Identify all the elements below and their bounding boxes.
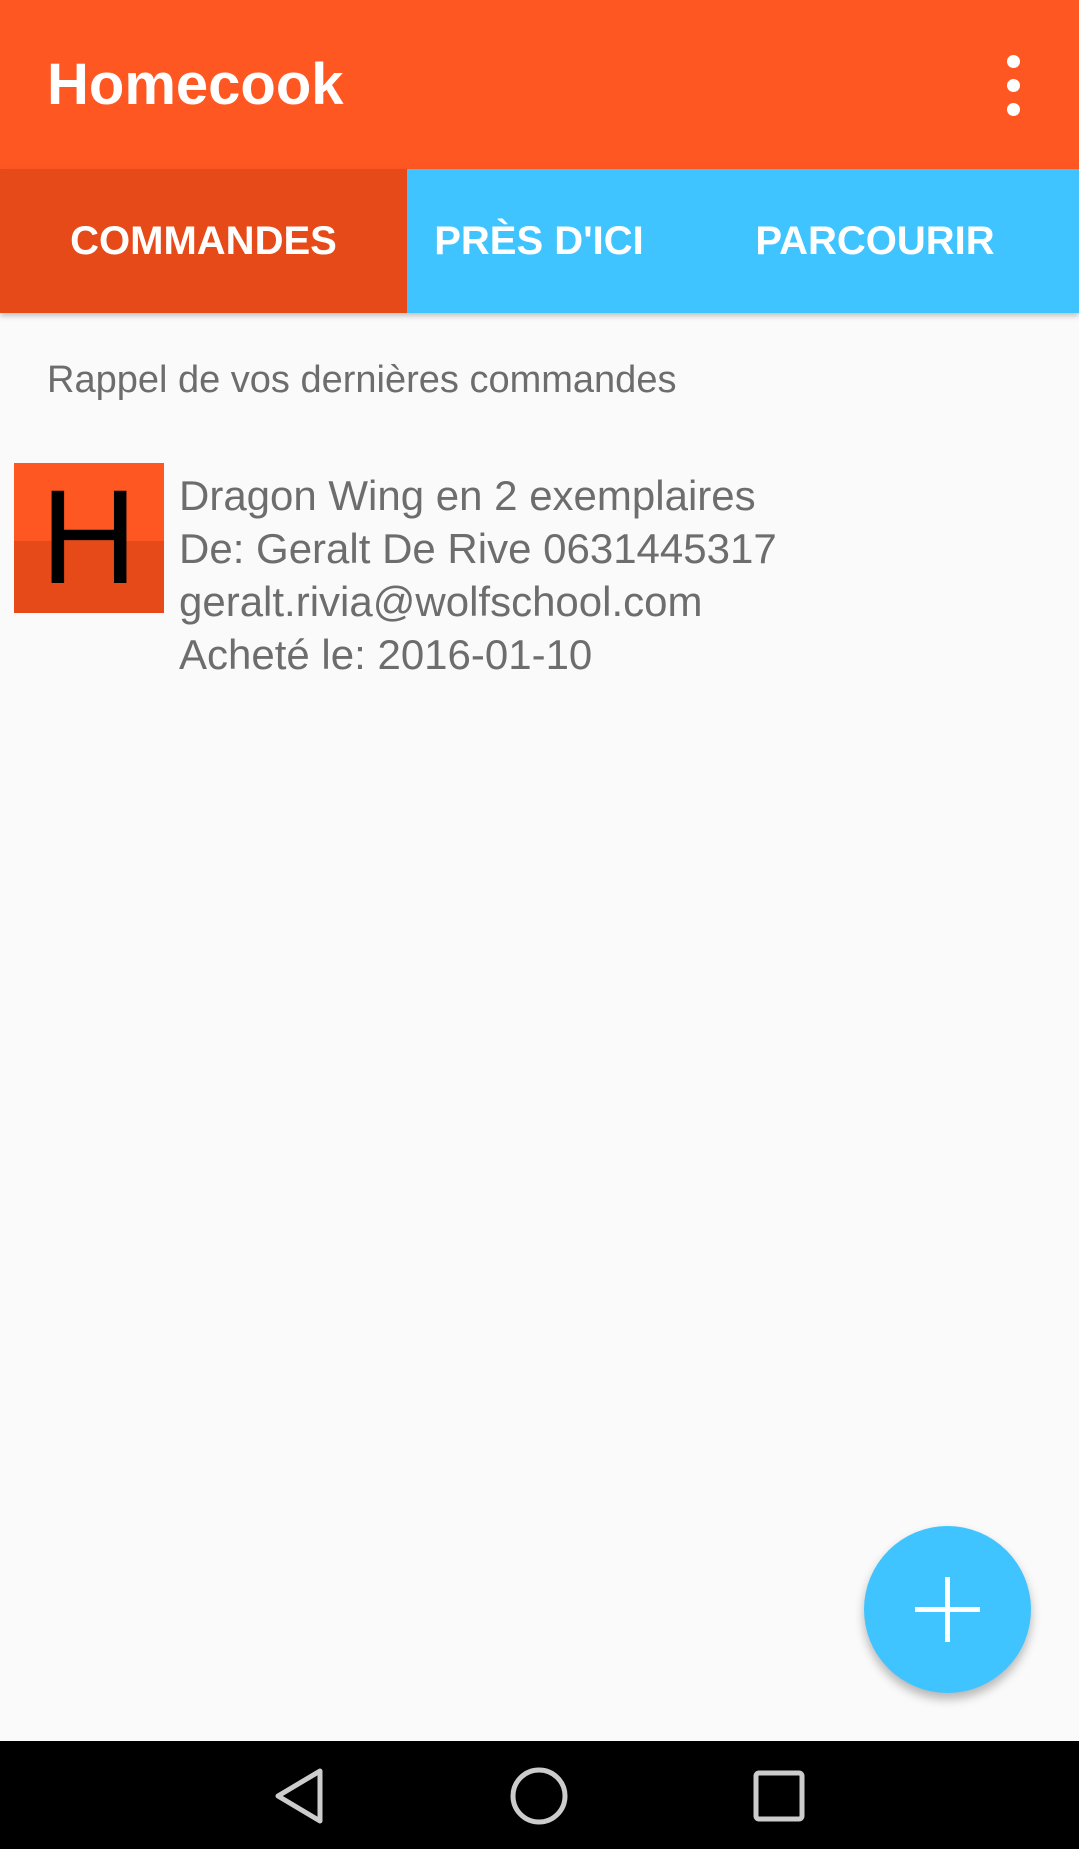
home-button[interactable] xyxy=(504,1761,574,1831)
order-title: Dragon Wing en 2 exemplaires xyxy=(179,472,756,519)
order-details: Dragon Wing en 2 exemplaires De: Geralt … xyxy=(179,469,777,681)
add-button[interactable] xyxy=(864,1526,1031,1693)
order-from: De: Geralt De Rive 0631445317 xyxy=(179,525,777,572)
order-date: Acheté le: 2016-01-10 xyxy=(179,631,593,678)
app-title: Homecook xyxy=(47,52,344,117)
tab-parcourir[interactable]: PARCOURIR xyxy=(671,169,1079,313)
order-thumbnail: H xyxy=(14,463,164,613)
back-triangle-icon xyxy=(275,1768,323,1824)
section-heading: Rappel de vos dernières commandes xyxy=(47,359,677,401)
recents-button[interactable] xyxy=(744,1761,814,1831)
tab-pres-d-ici[interactable]: PRÈS D'ICI xyxy=(407,169,671,313)
tab-commandes[interactable]: COMMANDES xyxy=(0,169,407,313)
tab-bar: COMMANDES PRÈS D'ICI PARCOURIR xyxy=(0,169,1079,313)
app-bar: Homecook xyxy=(0,0,1079,169)
back-button[interactable] xyxy=(264,1761,334,1831)
overflow-menu-button[interactable] xyxy=(980,50,1046,122)
order-email: geralt.rivia@wolfschool.com xyxy=(179,578,703,625)
more-vertical-icon xyxy=(1007,55,1020,68)
system-navigation-bar xyxy=(0,1741,1079,1849)
order-thumbnail-letter: H xyxy=(40,463,138,612)
order-list-item[interactable]: H Dragon Wing en 2 exemplaires De: Geral… xyxy=(0,455,1079,685)
more-vertical-icon xyxy=(1007,79,1020,92)
more-vertical-icon xyxy=(1007,103,1020,116)
home-circle-icon xyxy=(510,1767,568,1825)
plus-icon xyxy=(945,1577,950,1642)
recents-square-icon xyxy=(753,1770,805,1822)
